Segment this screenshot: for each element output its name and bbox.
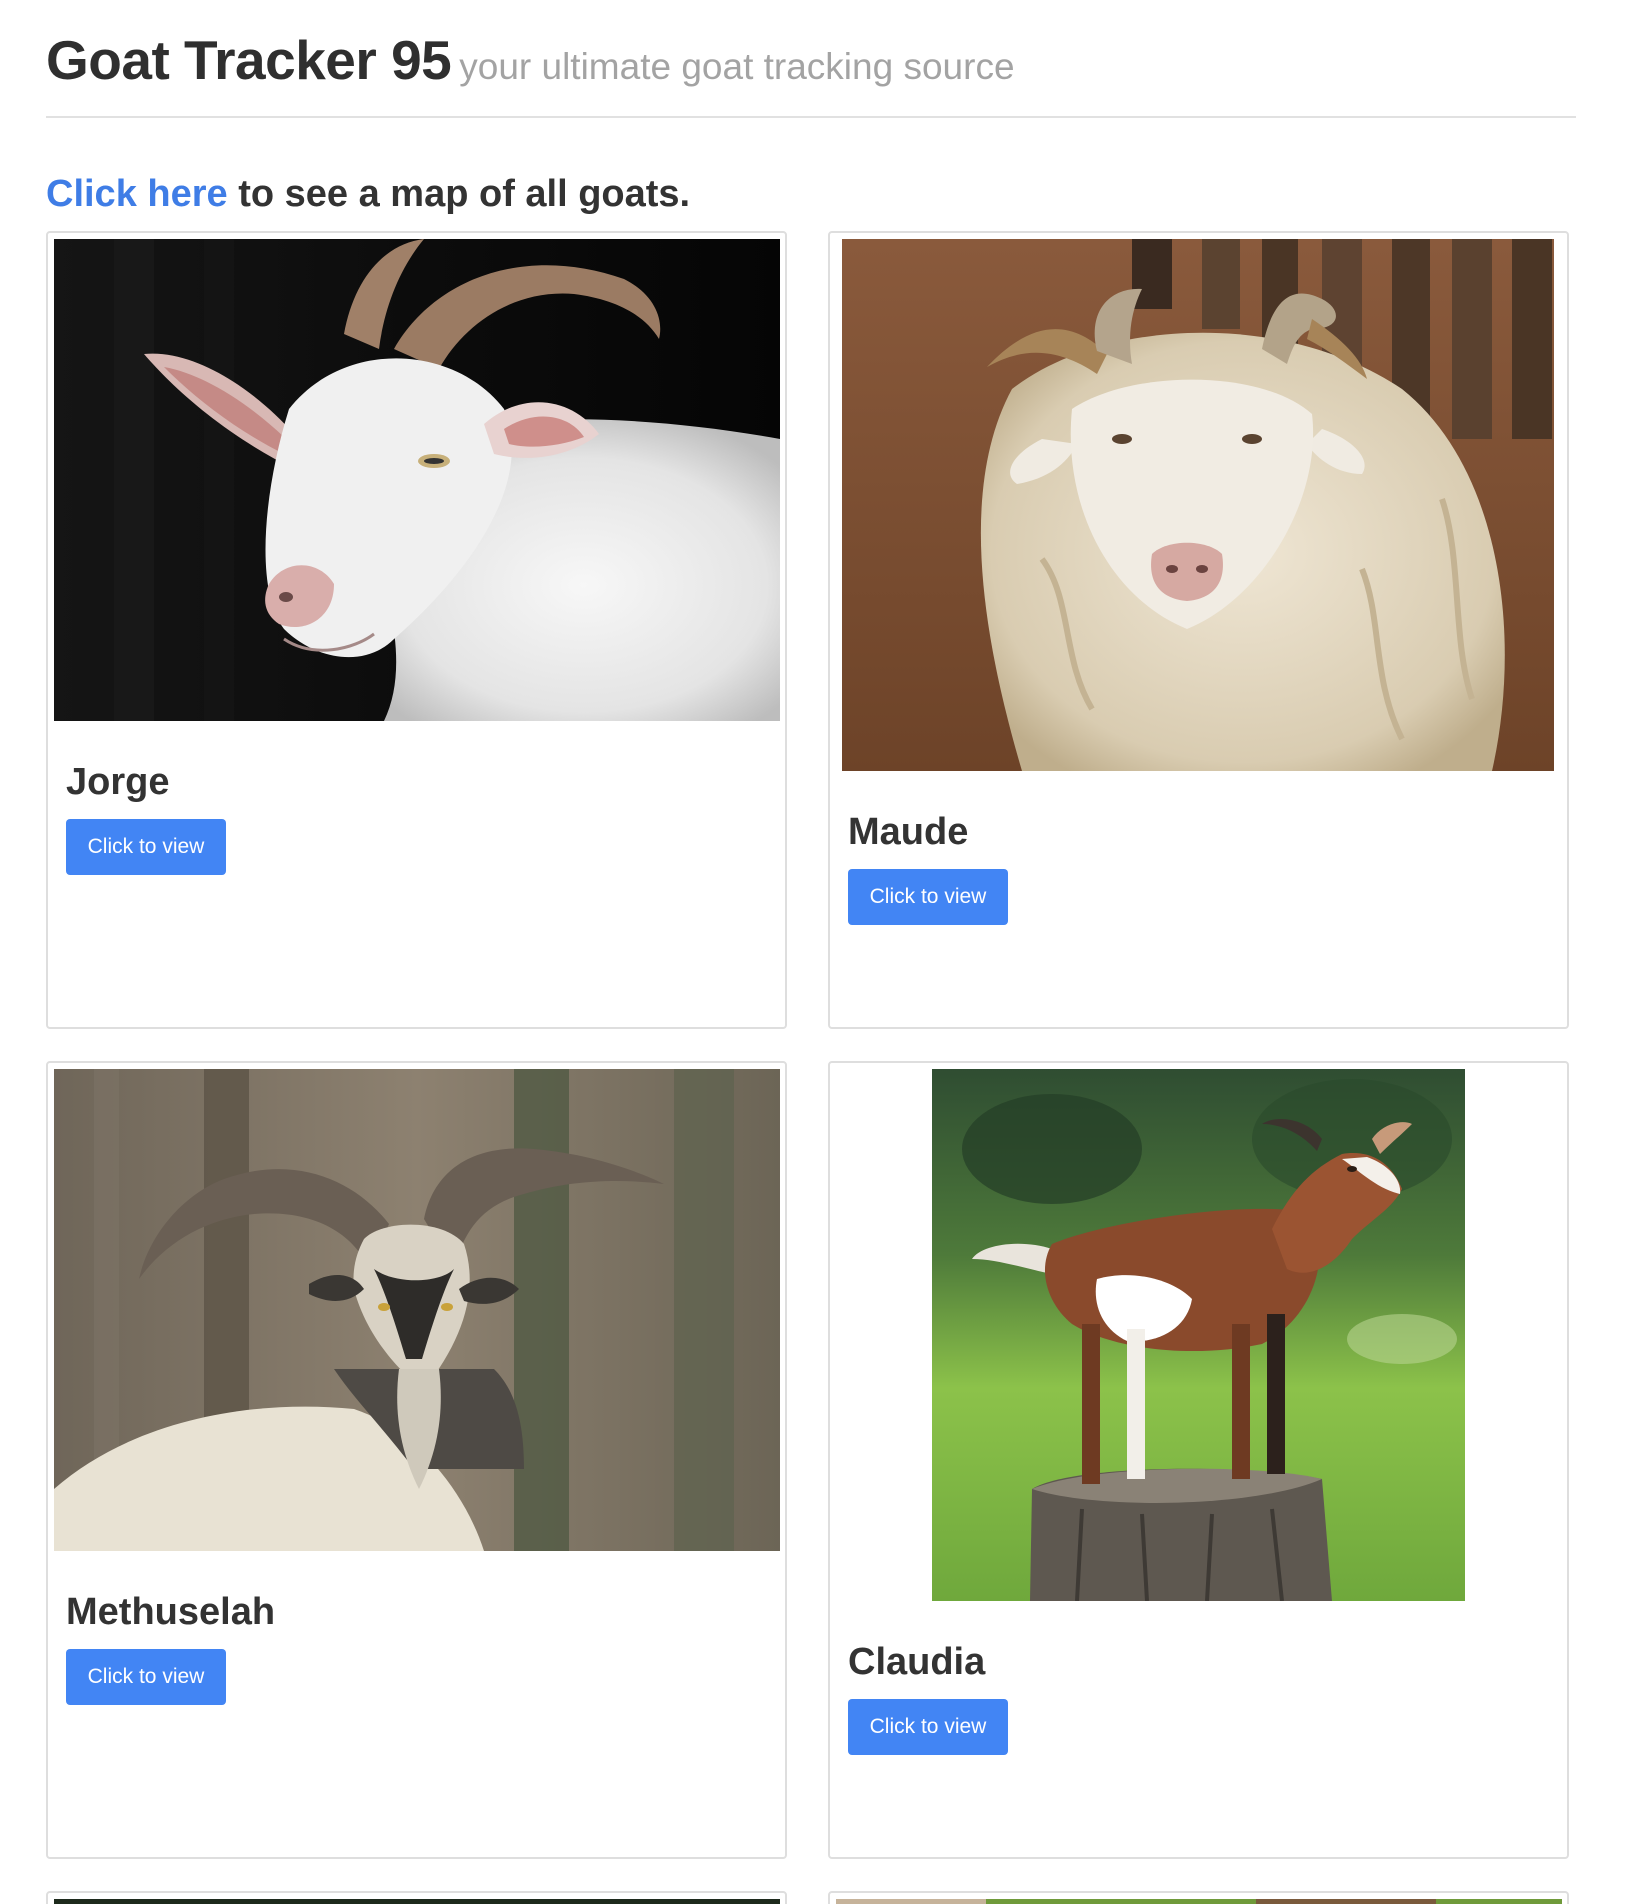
goat-name: Jorge — [66, 761, 170, 803]
map-intro: Click here to see a map of all goats. — [46, 173, 690, 216]
goat-name: Maude — [848, 811, 969, 853]
goat-photo-methuselah — [54, 1069, 780, 1551]
map-intro-text: to see a map of all goats. — [227, 173, 691, 215]
goat-card-jorge: Jorge Click to view — [46, 231, 787, 1029]
goat-card-claudia: Claudia Click to view — [828, 1061, 1569, 1859]
view-goat-button-claudia[interactable]: Click to view — [848, 1699, 1008, 1755]
page-header: Goat Tracker 95 your ultimate goat tracki… — [46, 24, 1576, 118]
goat-name: Methuselah — [66, 1591, 276, 1633]
goat-card-maude: Maude Click to view — [828, 231, 1569, 1029]
goat-photo-partial — [54, 1899, 780, 1904]
goat-photo-maude — [842, 239, 1554, 771]
goat-card-methuselah: Methuselah Click to view — [46, 1061, 787, 1859]
goat-card-partial — [828, 1891, 1569, 1904]
site-title: Goat Tracker 95 — [46, 29, 452, 91]
goat-photo-partial — [836, 1899, 1562, 1904]
goat-photo-jorge — [54, 239, 780, 721]
view-goat-button-methuselah[interactable]: Click to view — [66, 1649, 226, 1705]
view-goat-button-jorge[interactable]: Click to view — [66, 819, 226, 875]
view-goat-button-maude[interactable]: Click to view — [848, 869, 1008, 925]
goat-name: Claudia — [848, 1641, 986, 1683]
page-title: Goat Tracker 95 your ultimate goat tracki… — [46, 28, 1015, 92]
goat-card-partial — [46, 1891, 787, 1904]
goat-photo-claudia — [932, 1069, 1465, 1601]
map-link[interactable]: Click here — [46, 173, 228, 215]
site-subtitle: your ultimate goat tracking source — [459, 46, 1015, 87]
